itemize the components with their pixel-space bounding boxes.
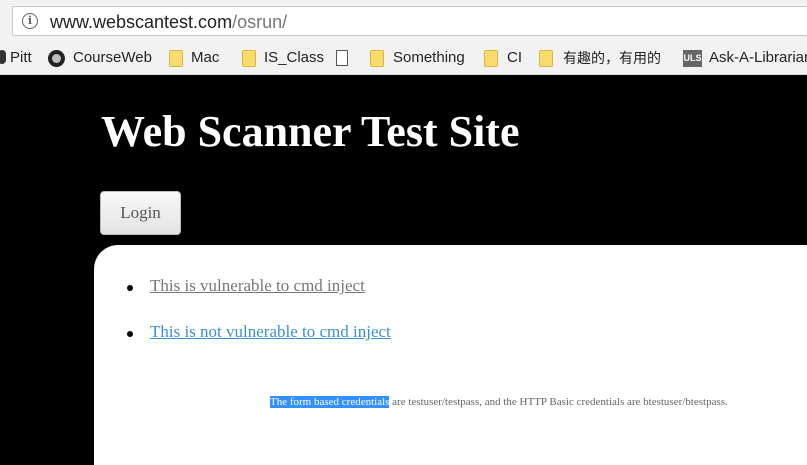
note-text: are testuser/testpass, and the HTTP Basi…: [389, 396, 728, 408]
folder-icon: [242, 50, 256, 67]
credentials-note: The form based credentials are testuser/…: [270, 395, 728, 409]
pitt-icon: [0, 50, 6, 64]
folder-icon: [484, 50, 498, 67]
bookmark-page[interactable]: [336, 48, 352, 68]
url-text[interactable]: www.webscantest.com/osrun/: [50, 11, 287, 33]
login-button[interactable]: Login: [100, 191, 181, 235]
url-host: www.webscantest.com: [50, 12, 233, 32]
info-icon[interactable]: i: [22, 13, 38, 29]
uls-icon: ULS: [683, 50, 702, 67]
bookmark-label: Mac: [191, 49, 220, 66]
bookmark-label: CourseWeb: [73, 49, 152, 66]
bookmark-label: CI: [507, 49, 522, 66]
bookmark-label: IS_Class: [264, 49, 325, 66]
bookmarks-bar: Pitt CourseWeb Mac IS_Class Something CI…: [0, 42, 807, 75]
bookmark-label: Pitt: [10, 49, 32, 66]
folder-icon: [370, 50, 384, 67]
page-title: Web Scanner Test Site: [101, 107, 520, 156]
folder-icon: [539, 50, 553, 67]
address-bar: i www.webscantest.com/osrun/: [0, 0, 807, 42]
bullet-icon: [127, 331, 133, 337]
bookmark-label: Ask-A-Librarian: [709, 49, 807, 66]
page-icon: [336, 50, 348, 66]
url-omnibox[interactable]: i www.webscantest.com/osrun/: [12, 6, 807, 36]
bookmark-label: 有趣的，有用的: [563, 50, 661, 66]
not-vulnerable-cmd-inject-link[interactable]: This is not vulnerable to cmd inject: [150, 321, 391, 343]
vulnerable-cmd-inject-link[interactable]: This is vulnerable to cmd inject: [150, 275, 365, 297]
url-path: /osrun/: [232, 12, 288, 32]
selected-text: The form based credentials: [270, 396, 390, 408]
courseweb-icon: [48, 50, 65, 67]
bookmark-label: Something: [393, 49, 465, 66]
bullet-icon: [127, 285, 133, 291]
content-panel: This is vulnerable to cmd inject This is…: [94, 245, 807, 465]
folder-icon: [169, 50, 183, 67]
